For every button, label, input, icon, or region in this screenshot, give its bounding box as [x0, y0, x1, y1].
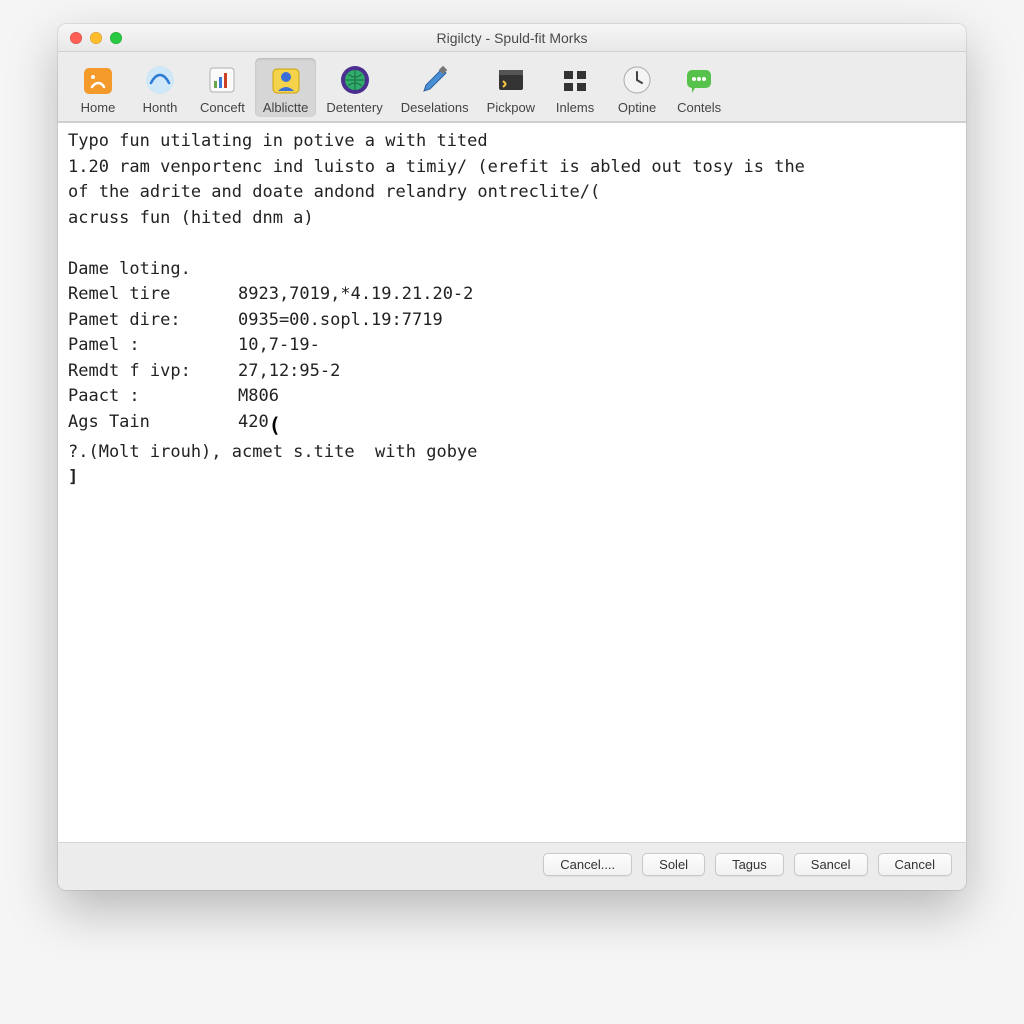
data-row: Pamel :10,7-19-	[68, 333, 956, 359]
globe-icon	[337, 62, 373, 98]
toolbar-label: Optine	[618, 100, 656, 115]
chat-icon	[681, 62, 717, 98]
row-label: Ags Tain	[68, 410, 238, 440]
sancel-button[interactable]: Sancel	[794, 853, 868, 876]
toolbar-label: Detentery	[326, 100, 382, 115]
pen-icon	[417, 62, 453, 98]
content-line: acruss fun (hited dnm a)	[68, 208, 314, 228]
content-line: of the adrite and doate andond relandry …	[68, 182, 600, 202]
close-window-button[interactable]	[70, 32, 82, 44]
row-label: Pamel :	[68, 333, 238, 359]
cancel-button-1[interactable]: Cancel....	[543, 853, 632, 876]
toolbar-item-pickpow[interactable]: Pickpow	[479, 58, 543, 117]
toolbar-item-home[interactable]: Home	[68, 58, 128, 117]
content-line: Typo fun utilating in potive a with tite…	[68, 131, 488, 151]
toolbar-label: Inlems	[556, 100, 594, 115]
traffic-lights	[58, 32, 122, 44]
row-value: 420	[238, 410, 269, 440]
row-label: Paact :	[68, 384, 238, 410]
content-line: Dame loting.	[68, 259, 191, 279]
data-row: Ags Tain420 (	[68, 410, 956, 440]
zoom-window-button[interactable]	[110, 32, 122, 44]
chart-icon	[204, 62, 240, 98]
row-label: Remdt f ivp:	[68, 359, 238, 385]
home-s-icon	[80, 62, 116, 98]
data-row: Pamet dire:0935=00.sopl.19:7719	[68, 308, 956, 334]
row-label: Pamet dire:	[68, 308, 238, 334]
toolbar-item-detentery[interactable]: Detentery	[318, 58, 390, 117]
cancel-button-2[interactable]: Cancel	[878, 853, 952, 876]
toolbar-item-inlems[interactable]: Inlems	[545, 58, 605, 117]
row-value: 0935=00.sopl.19:7719	[238, 308, 443, 334]
toolbar-item-alblictte[interactable]: Alblictte	[255, 58, 317, 117]
row-value: M806	[238, 384, 279, 410]
row-label: Remel tire	[68, 282, 238, 308]
prompt: ]	[68, 467, 78, 487]
row-value: 10,7-19-	[238, 333, 320, 359]
content-line: 1.20 ram venportenc ind luisto a timiy/ …	[68, 157, 805, 177]
toolbar-item-conceft[interactable]: Conceft	[192, 58, 253, 117]
toolbar-item-contels[interactable]: Contels	[669, 58, 729, 117]
person-icon	[268, 62, 304, 98]
toolbar-label: Pickpow	[487, 100, 535, 115]
data-row: Paact :M806	[68, 384, 956, 410]
toolbar-label: Honth	[143, 100, 178, 115]
grid-icon	[557, 62, 593, 98]
tagus-button[interactable]: Tagus	[715, 853, 784, 876]
data-row: Remdt f ivp:27,12:95-2	[68, 359, 956, 385]
row-value: 8923,7019,*4.19.21.20-2	[238, 282, 473, 308]
toolbar-label: Conceft	[200, 100, 245, 115]
content-line: ?.(Molt irouh), acmet s.tite with gobye	[68, 442, 477, 462]
button-bar: Cancel.... Solel Tagus Sancel Cancel	[58, 842, 966, 890]
window-title: Rigilcty - Spuld-fit Morks	[58, 30, 966, 46]
toolbar-item-optine[interactable]: Optine	[607, 58, 667, 117]
row-value: 27,12:95-2	[238, 359, 340, 385]
toolbar-label: Deselations	[401, 100, 469, 115]
clock-icon	[619, 62, 655, 98]
toolbar-label: Contels	[677, 100, 721, 115]
toolbar-label: Alblictte	[263, 100, 309, 115]
text-cursor-icon: (	[269, 410, 281, 440]
toolbar-label: Home	[81, 100, 116, 115]
solel-button[interactable]: Solel	[642, 853, 705, 876]
data-row: Remel tire8923,7019,*4.19.21.20-2	[68, 282, 956, 308]
terminal-icon	[493, 62, 529, 98]
minimize-window-button[interactable]	[90, 32, 102, 44]
terminal-content[interactable]: Typo fun utilating in potive a with tite…	[58, 122, 966, 842]
app-window: Rigilcty - Spuld-fit Morks Home Honth Co…	[58, 24, 966, 890]
toolbar: Home Honth Conceft Alblictte Detentery	[58, 52, 966, 122]
toolbar-item-honth[interactable]: Honth	[130, 58, 190, 117]
titlebar: Rigilcty - Spuld-fit Morks	[58, 24, 966, 52]
wave-icon	[142, 62, 178, 98]
toolbar-item-deselations[interactable]: Deselations	[393, 58, 477, 117]
